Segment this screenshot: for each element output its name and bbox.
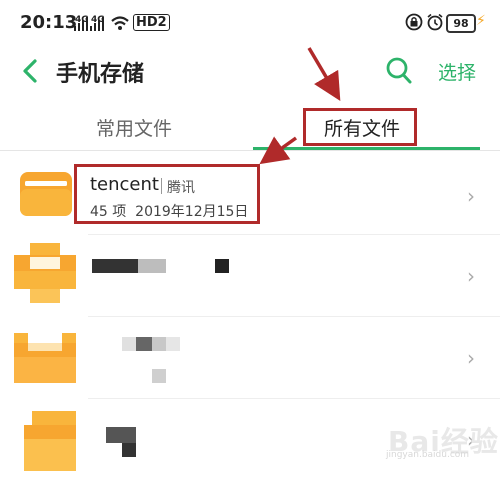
arrow-to-all-files-tab: [307, 47, 341, 102]
baidu-watermark-url: jingyan.baidu.com: [386, 450, 470, 460]
annotation-arrows: [259, 47, 341, 165]
arrow-to-tencent-folder: [259, 136, 298, 165]
